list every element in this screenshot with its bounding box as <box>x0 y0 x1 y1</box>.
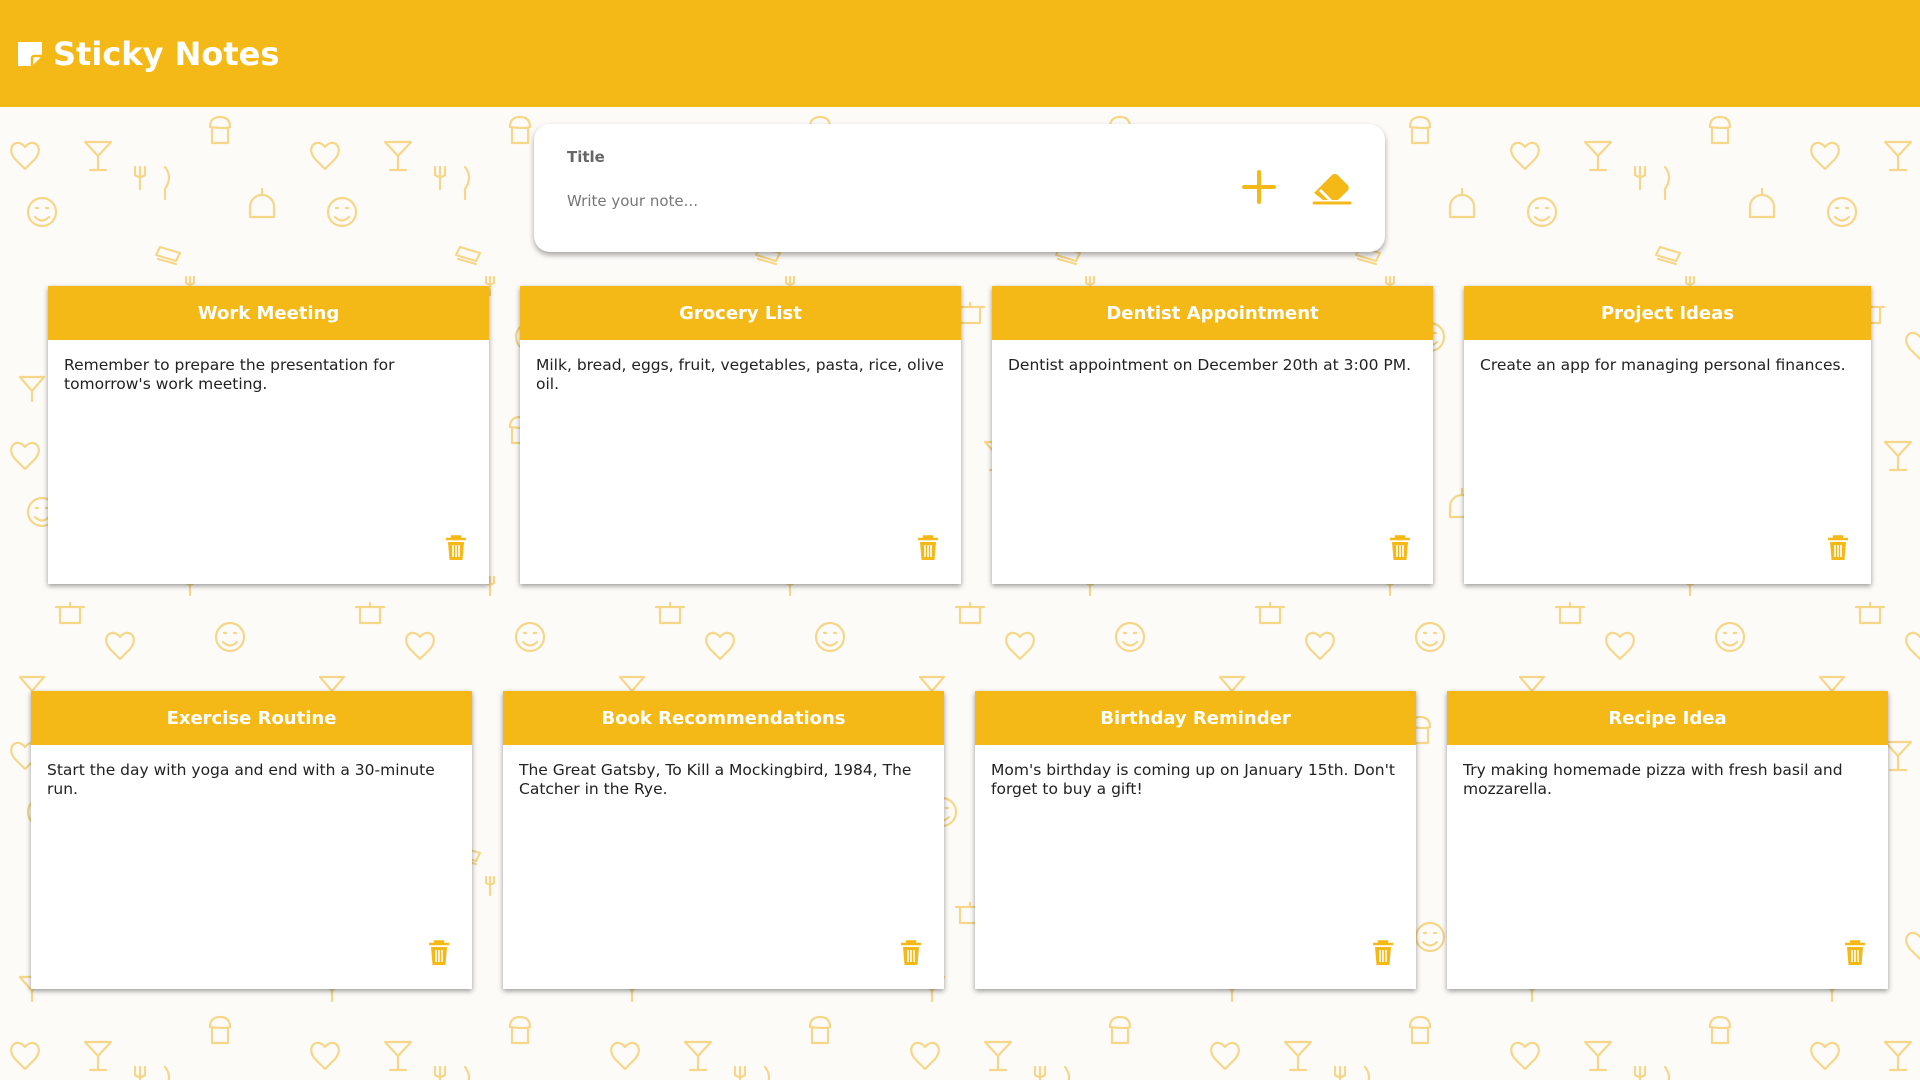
note-text-input[interactable] <box>567 192 1167 210</box>
note-card: Dentist Appointment Dentist appointment … <box>992 286 1433 584</box>
app-header: Sticky Notes <box>0 0 1920 107</box>
note-title-input[interactable] <box>567 148 1067 166</box>
note-title: Birthday Reminder <box>975 691 1416 745</box>
new-note-form <box>534 124 1385 252</box>
note-title: Recipe Idea <box>1447 691 1888 745</box>
note-card: Grocery List Milk, bread, eggs, fruit, v… <box>520 286 961 584</box>
note-card: Project Ideas Create an app for managing… <box>1464 286 1871 584</box>
clear-form-button[interactable] <box>1307 164 1357 214</box>
note-card: Book Recommendations The Great Gatsby, T… <box>503 691 944 989</box>
plus-icon <box>1240 168 1278 210</box>
trash-icon <box>1827 535 1849 565</box>
trash-icon <box>1389 535 1411 565</box>
note-title: Dentist Appointment <box>992 286 1433 340</box>
delete-note-button[interactable] <box>1825 535 1851 565</box>
eraser-icon <box>1310 167 1354 211</box>
note-title: Exercise Routine <box>31 691 472 745</box>
note-text: Milk, bread, eggs, fruit, vegetables, pa… <box>536 356 944 393</box>
delete-note-button[interactable] <box>1842 940 1868 970</box>
delete-note-button[interactable] <box>1387 535 1413 565</box>
note-card: Birthday Reminder Mom's birthday is comi… <box>975 691 1416 989</box>
add-note-button[interactable] <box>1234 164 1284 214</box>
note-card: Exercise Routine Start the day with yoga… <box>31 691 472 989</box>
note-text: Try making homemade pizza with fresh bas… <box>1463 761 1843 798</box>
delete-note-button[interactable] <box>426 940 452 970</box>
trash-icon <box>428 940 450 970</box>
delete-note-button[interactable] <box>915 535 941 565</box>
note-card: Work Meeting Remember to prepare the pre… <box>48 286 489 584</box>
note-title: Grocery List <box>520 286 961 340</box>
note-text: The Great Gatsby, To Kill a Mockingbird,… <box>519 761 912 798</box>
note-text: Remember to prepare the presentation for… <box>64 356 395 393</box>
note-title: Book Recommendations <box>503 691 944 745</box>
trash-icon <box>1372 940 1394 970</box>
note-card: Recipe Idea Try making homemade pizza wi… <box>1447 691 1888 989</box>
sticky-note-icon <box>15 39 45 69</box>
note-text: Dentist appointment on December 20th at … <box>1008 356 1412 374</box>
note-text: Mom's birthday is coming up on January 1… <box>991 761 1395 798</box>
trash-icon <box>1844 940 1866 970</box>
note-title: Project Ideas <box>1464 286 1871 340</box>
delete-note-button[interactable] <box>898 940 924 970</box>
app-title: Sticky Notes <box>53 34 280 73</box>
delete-note-button[interactable] <box>443 535 469 565</box>
note-text: Start the day with yoga and end with a 3… <box>47 761 435 798</box>
trash-icon <box>900 940 922 970</box>
note-text: Create an app for managing personal fina… <box>1480 356 1846 374</box>
trash-icon <box>917 535 939 565</box>
note-title: Work Meeting <box>48 286 489 340</box>
delete-note-button[interactable] <box>1370 940 1396 970</box>
trash-icon <box>445 535 467 565</box>
